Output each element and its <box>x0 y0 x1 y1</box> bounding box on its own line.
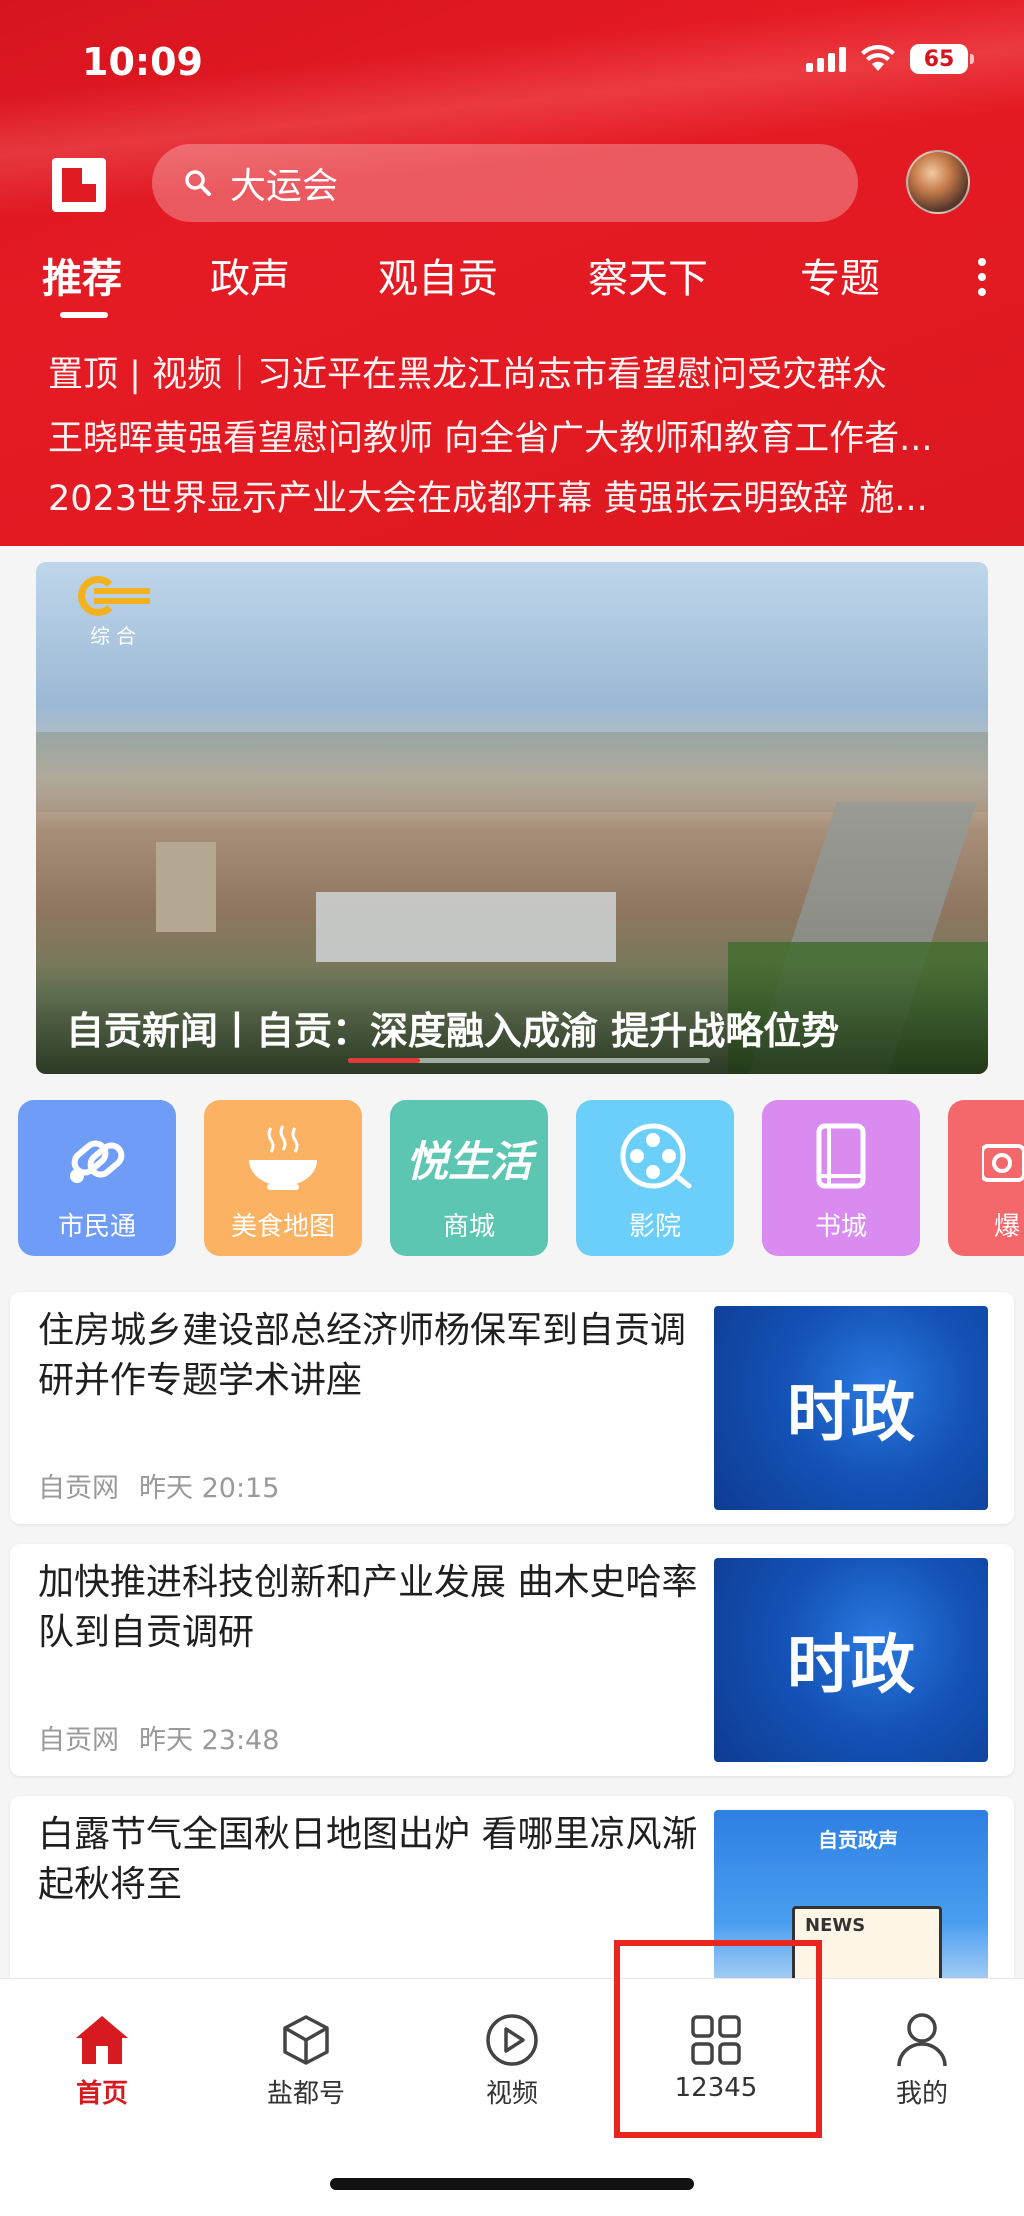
shortcut-cinema[interactable]: 影院 <box>576 1100 734 1256</box>
news-meta: 自贡网 昨天 20:15 <box>38 1466 299 1505</box>
headline-item[interactable]: 置顶 | 视频｜习近平在黑龙江尚志市看望慰问受灾群众 <box>48 346 978 397</box>
shortcut-label: 爆 <box>994 1212 1021 1242</box>
news-time: 昨天 20:15 <box>139 1473 280 1504</box>
carousel-progress <box>348 1058 710 1063</box>
tab-guan-zigong[interactable]: 观自贡 <box>378 246 498 304</box>
news-title: 住房城乡建设部总经济师杨保军到自贡调研并作专题学术讲座 <box>38 1310 687 1401</box>
news-title: 白露节气全国秋日地图出炉 看哪里凉风渐起秋将至 <box>38 1814 698 1905</box>
shortcut-shiminto[interactable]: 市民通 <box>18 1100 176 1256</box>
nav-label: 视频 <box>485 2079 538 2109</box>
film-reel-icon <box>620 1123 692 1189</box>
thumb-brand: 自贡政声 <box>818 1828 898 1852</box>
status-time: 10:09 <box>82 40 203 84</box>
shortcut-label: 美食地图 <box>230 1212 335 1242</box>
news-meta: 自贡网 昨天 23:48 <box>38 1718 299 1757</box>
shortcut-baoliao[interactable]: 爆 <box>948 1100 1024 1256</box>
home-indicator[interactable] <box>330 2178 694 2190</box>
nav-label: 我的 <box>895 2079 948 2109</box>
active-tab-indicator <box>60 312 108 318</box>
user-avatar[interactable] <box>906 150 970 214</box>
news-time: 昨天 23:48 <box>139 1725 280 1756</box>
shortcut-food-map[interactable]: 美食地图 <box>204 1100 362 1256</box>
news-card[interactable]: 加快推进科技创新和产业发展 曲木史哈率队到自贡调研 自贡网 昨天 23:48 时政 <box>10 1544 1014 1776</box>
app-logo <box>52 158 106 212</box>
header: 10:09 65 大运会 推荐 政声 观自贡 察天下 专题 置顶 | 视频｜习近… <box>0 0 1024 546</box>
cube-icon <box>283 2015 329 2065</box>
tab-cha-tianxia[interactable]: 察天下 <box>588 246 708 304</box>
shortcut-label: 影院 <box>628 1212 681 1242</box>
nav-label: 盐都号 <box>266 2079 345 2109</box>
channel-logo <box>78 576 156 626</box>
banner-caption: 自贡新闻丨自贡：深度融入成渝 提升战略位势 <box>66 1009 840 1053</box>
nav-mine[interactable]: 我的 <box>852 2007 992 2110</box>
channel-label: 综合 <box>90 624 142 648</box>
search-icon <box>185 170 211 196</box>
headline-item[interactable]: 2023世界显示产业大会在成都开幕 黄强张云明致辞 施... <box>48 470 978 521</box>
news-thumbnail: 时政 <box>714 1306 988 1510</box>
news-thumbnail: 时政 <box>714 1558 988 1762</box>
status-icons: 65 <box>806 44 974 74</box>
food-bowl-icon <box>249 1125 317 1190</box>
tab-recommend[interactable]: 推荐 <box>42 246 122 304</box>
book-icon <box>816 1123 866 1189</box>
more-tabs-icon[interactable] <box>978 258 988 298</box>
nav-yandu-hao[interactable]: 盐都号 <box>236 2007 376 2110</box>
yue-shenghuo-logo: 悦生活 <box>405 1136 532 1186</box>
news-card[interactable]: 住房城乡建设部总经济师杨保军到自贡调研并作专题学术讲座 自贡网 昨天 20:15 … <box>10 1292 1014 1524</box>
wifi-icon <box>861 45 895 71</box>
play-circle-icon <box>486 2014 538 2066</box>
search-bar[interactable]: 大运会 <box>152 144 858 222</box>
channel-tabs: 推荐 政声 观自贡 察天下 专题 <box>0 246 1024 318</box>
news-title: 加快推进科技创新和产业发展 曲木史哈率队到自贡调研 <box>38 1562 698 1653</box>
nav-label: 首页 <box>75 2079 128 2109</box>
news-source: 自贡网 <box>38 1725 119 1756</box>
shortcut-bookstore[interactable]: 书城 <box>762 1100 920 1256</box>
nav-home[interactable]: 首页 <box>32 2007 172 2110</box>
nav-video[interactable]: 视频 <box>442 2007 582 2110</box>
home-icon <box>76 2016 128 2064</box>
shortcut-label: 商城 <box>442 1212 495 1242</box>
signal-icon <box>806 46 846 72</box>
headline-item[interactable]: 王晓晖黄强看望慰问教师 向全省广大教师和教育工作者... <box>48 410 978 461</box>
shortcut-label: 书城 <box>814 1212 867 1242</box>
search-placeholder: 大运会 <box>230 166 339 207</box>
link-icon <box>70 1140 125 1183</box>
banner-carousel[interactable]: 综合 自贡新闻丨自贡：深度融入成渝 提升战略位势 <box>36 562 988 1074</box>
highlight-annotation-box <box>614 1940 822 2138</box>
shortcut-label: 市民通 <box>57 1212 136 1242</box>
tab-special[interactable]: 专题 <box>800 246 880 304</box>
shortcut-mall[interactable]: 悦生活 商城 <box>390 1100 548 1256</box>
battery-indicator: 65 <box>910 44 974 74</box>
camera-icon <box>982 1144 1024 1182</box>
news-source: 自贡网 <box>38 1473 119 1504</box>
tab-zhengsheng[interactable]: 政声 <box>210 246 290 304</box>
person-icon <box>897 2013 947 2067</box>
